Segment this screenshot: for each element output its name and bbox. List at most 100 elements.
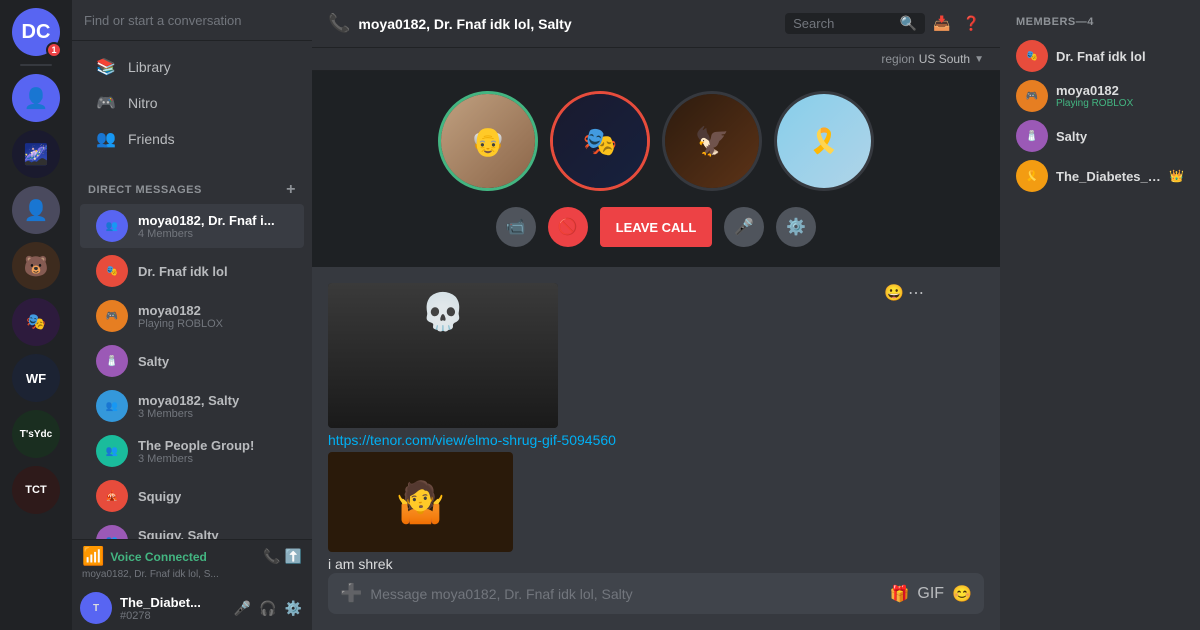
dm-item-people-group[interactable]: 👥 The People Group! 3 Members (80, 429, 304, 473)
add-attachment-icon[interactable]: ➕ (340, 573, 362, 614)
member-item-moya[interactable]: 🎮 moya0182 Playing ROBLOX (1008, 76, 1192, 116)
server-icon-3[interactable]: 👤 (12, 186, 60, 234)
region-value-text[interactable]: US South (919, 52, 970, 66)
discord-home-icon[interactable]: DC 1 (12, 8, 60, 56)
leave-call-button[interactable]: LEAVE CALL (600, 207, 713, 247)
dm-item-salty[interactable]: 🧂 Salty (80, 339, 304, 383)
search-bar-top[interactable]: Find or start a conversation (72, 0, 312, 41)
call-header-title: moya0182, Dr. Fnaf idk lol, Salty (358, 16, 777, 32)
region-chevron-icon: ▼ (974, 54, 984, 65)
sidebar-nav: 📚 Library 🎮 Nitro 👥 Friends (72, 41, 312, 165)
member-item-diabetes[interactable]: 🎗️ The_Diabetes_War... 👑 (1008, 156, 1192, 196)
server-icon-wf[interactable]: WF (12, 354, 60, 402)
dm-name-squigy: Squigy (138, 489, 181, 504)
friends-icon: 👥 (96, 129, 116, 149)
gif-icon[interactable]: GIF (917, 585, 944, 603)
nav-nitro-label: Nitro (128, 95, 158, 111)
dm-avatar-squigy: 🎪 (96, 480, 128, 512)
member-name-salty: Salty (1056, 129, 1087, 144)
member-sub-moya: Playing ROBLOX (1056, 98, 1133, 109)
member-item-drfnaf[interactable]: 🎭 Dr. Fnaf idk lol (1008, 36, 1192, 76)
member-name-drfnaf: Dr. Fnaf idk lol (1056, 49, 1146, 64)
mic-button[interactable]: 🎤 (724, 207, 764, 247)
nav-friends-label: Friends (128, 131, 175, 147)
dm-info-moya-salty: moya0182, Salty 3 Members (138, 393, 239, 420)
dm-name-squigy-salty: Squigy, Salty (138, 528, 219, 540)
dm-sub-moya-salty: 3 Members (138, 408, 239, 420)
channel-sidebar: Find or start a conversation 📚 Library 🎮… (72, 0, 312, 630)
user-settings-icon[interactable]: ⚙️ (283, 598, 304, 619)
server-icon-5[interactable]: 🎭 (12, 298, 60, 346)
dm-avatar-drfnaf: 🎭 (96, 255, 128, 287)
voice-connected-bar: 📶 Voice Connected 📞 ⬆️ moya0182, Dr. Fna… (72, 539, 312, 586)
member-crown-badge: 👑 (1169, 169, 1184, 183)
server-icon-tct[interactable]: TCT (12, 466, 60, 514)
dm-info-active: moya0182, Dr. Fnaf i... 4 Members (138, 213, 275, 240)
participant-1: 👴 (438, 91, 538, 191)
reaction-add-icon[interactable]: 😀 (884, 283, 904, 303)
nav-library[interactable]: 📚 Library (80, 49, 304, 85)
dm-item-moya[interactable]: 🎮 moya0182 Playing ROBLOX (80, 294, 304, 338)
member-item-salty[interactable]: 🧂 Salty (1008, 116, 1192, 156)
dm-list: 👥 moya0182, Dr. Fnaf i... 4 Members 🎭 Dr… (72, 203, 312, 539)
dm-item-squigy[interactable]: 🎪 Squigy (80, 474, 304, 518)
dm-sub-active: 4 Members (138, 228, 275, 240)
dm-item-squigy-salty[interactable]: 👥 Squigy, Salty 3 Members (80, 519, 304, 539)
find-conversation-text: Find or start a conversation (84, 13, 242, 28)
mic-toggle-icon[interactable]: 🎤 (232, 598, 253, 619)
server-icon-4[interactable]: 🐻 (12, 242, 60, 290)
call-header: 📞 moya0182, Dr. Fnaf idk lol, Salty 🔍 📥 … (312, 0, 1000, 48)
video-call-area: 👴 🎭 🦅 🎗️ 📹 (312, 71, 1000, 267)
dm-avatar-moya-salty: 👥 (96, 390, 128, 422)
call-header-phone-icon: 📞 (328, 13, 350, 34)
dm-info-people-group: The People Group! 3 Members (138, 438, 254, 465)
search-container[interactable]: 🔍 (785, 13, 925, 34)
video-off-button[interactable]: 🚫 (548, 207, 588, 247)
dm-name-active: moya0182, Dr. Fnaf i... (138, 213, 275, 228)
dm-item-active[interactable]: 👥 moya0182, Dr. Fnaf i... 4 Members (80, 204, 304, 248)
server-icon-1[interactable]: 👤 (12, 74, 60, 122)
inbox-icon[interactable]: 📥 (929, 11, 954, 36)
library-icon: 📚 (96, 57, 116, 77)
chat-input[interactable] (370, 576, 881, 612)
region-bar: region US South ▼ (312, 48, 1000, 71)
nav-nitro[interactable]: 🎮 Nitro (80, 85, 304, 121)
chat-input-actions: 🎁 GIF 😊 (889, 584, 972, 604)
dm-section-label: DIRECT MESSAGES (88, 184, 202, 196)
message-image: 💀 (328, 283, 558, 428)
dm-item-drfnaf[interactable]: 🎭 Dr. Fnaf idk lol (80, 249, 304, 293)
headset-icon[interactable]: 🎧 (257, 598, 278, 619)
gift-icon[interactable]: 🎁 (889, 584, 909, 604)
video-participants: 👴 🎭 🦅 🎗️ (438, 91, 874, 191)
dm-info-salty: Salty (138, 354, 169, 369)
dm-item-moya-salty[interactable]: 👥 moya0182, Salty 3 Members (80, 384, 304, 428)
emoji-icon[interactable]: 😊 (952, 584, 972, 604)
search-input[interactable] (793, 16, 896, 31)
members-header: MEMBERS—4 (1008, 16, 1192, 28)
members-sidebar: MEMBERS—4 🎭 Dr. Fnaf idk lol 🎮 moya0182 … (1000, 0, 1200, 630)
nav-friends[interactable]: 👥 Friends (80, 121, 304, 157)
add-dm-button[interactable]: + (286, 181, 296, 199)
nav-library-label: Library (128, 59, 171, 75)
dm-name-moya: moya0182 (138, 303, 223, 318)
message-link[interactable]: https://tenor.com/view/elmo-shrug-gif-50… (328, 432, 984, 448)
chat-input-area: ➕ 🎁 GIF 😊 (312, 573, 1000, 630)
video-button[interactable]: 📹 (496, 207, 536, 247)
dm-info-squigy-salty: Squigy, Salty 3 Members (138, 528, 219, 540)
help-icon[interactable]: ❓ (959, 11, 984, 36)
server-icon-tsydc[interactable]: T'sYdc (12, 410, 60, 458)
dm-name-drfnaf: Dr. Fnaf idk lol (138, 264, 228, 279)
call-settings-button[interactable]: ⚙️ (776, 207, 816, 247)
header-actions: 🔍 📥 ❓ (785, 11, 984, 36)
message-item-1: 💀 https://tenor.com/view/elmo-shrug-gif-… (328, 283, 984, 572)
voice-phone-icon[interactable]: 📞 (263, 548, 280, 565)
message-more-icon[interactable]: ⋯ (908, 283, 924, 303)
user-avatar: T (80, 592, 112, 624)
user-bar-actions: 🎤 🎧 ⚙️ (232, 598, 304, 619)
voice-expand-icon[interactable]: ⬆️ (285, 548, 302, 565)
elmo-gif-icon: 🤷 (396, 479, 446, 526)
voice-bar-top: 📶 Voice Connected 📞 ⬆️ (82, 546, 302, 567)
member-avatar-drfnaf: 🎭 (1016, 40, 1048, 72)
server-icon-2[interactable]: 🌌 (12, 130, 60, 178)
participant-4: 🎗️ (774, 91, 874, 191)
